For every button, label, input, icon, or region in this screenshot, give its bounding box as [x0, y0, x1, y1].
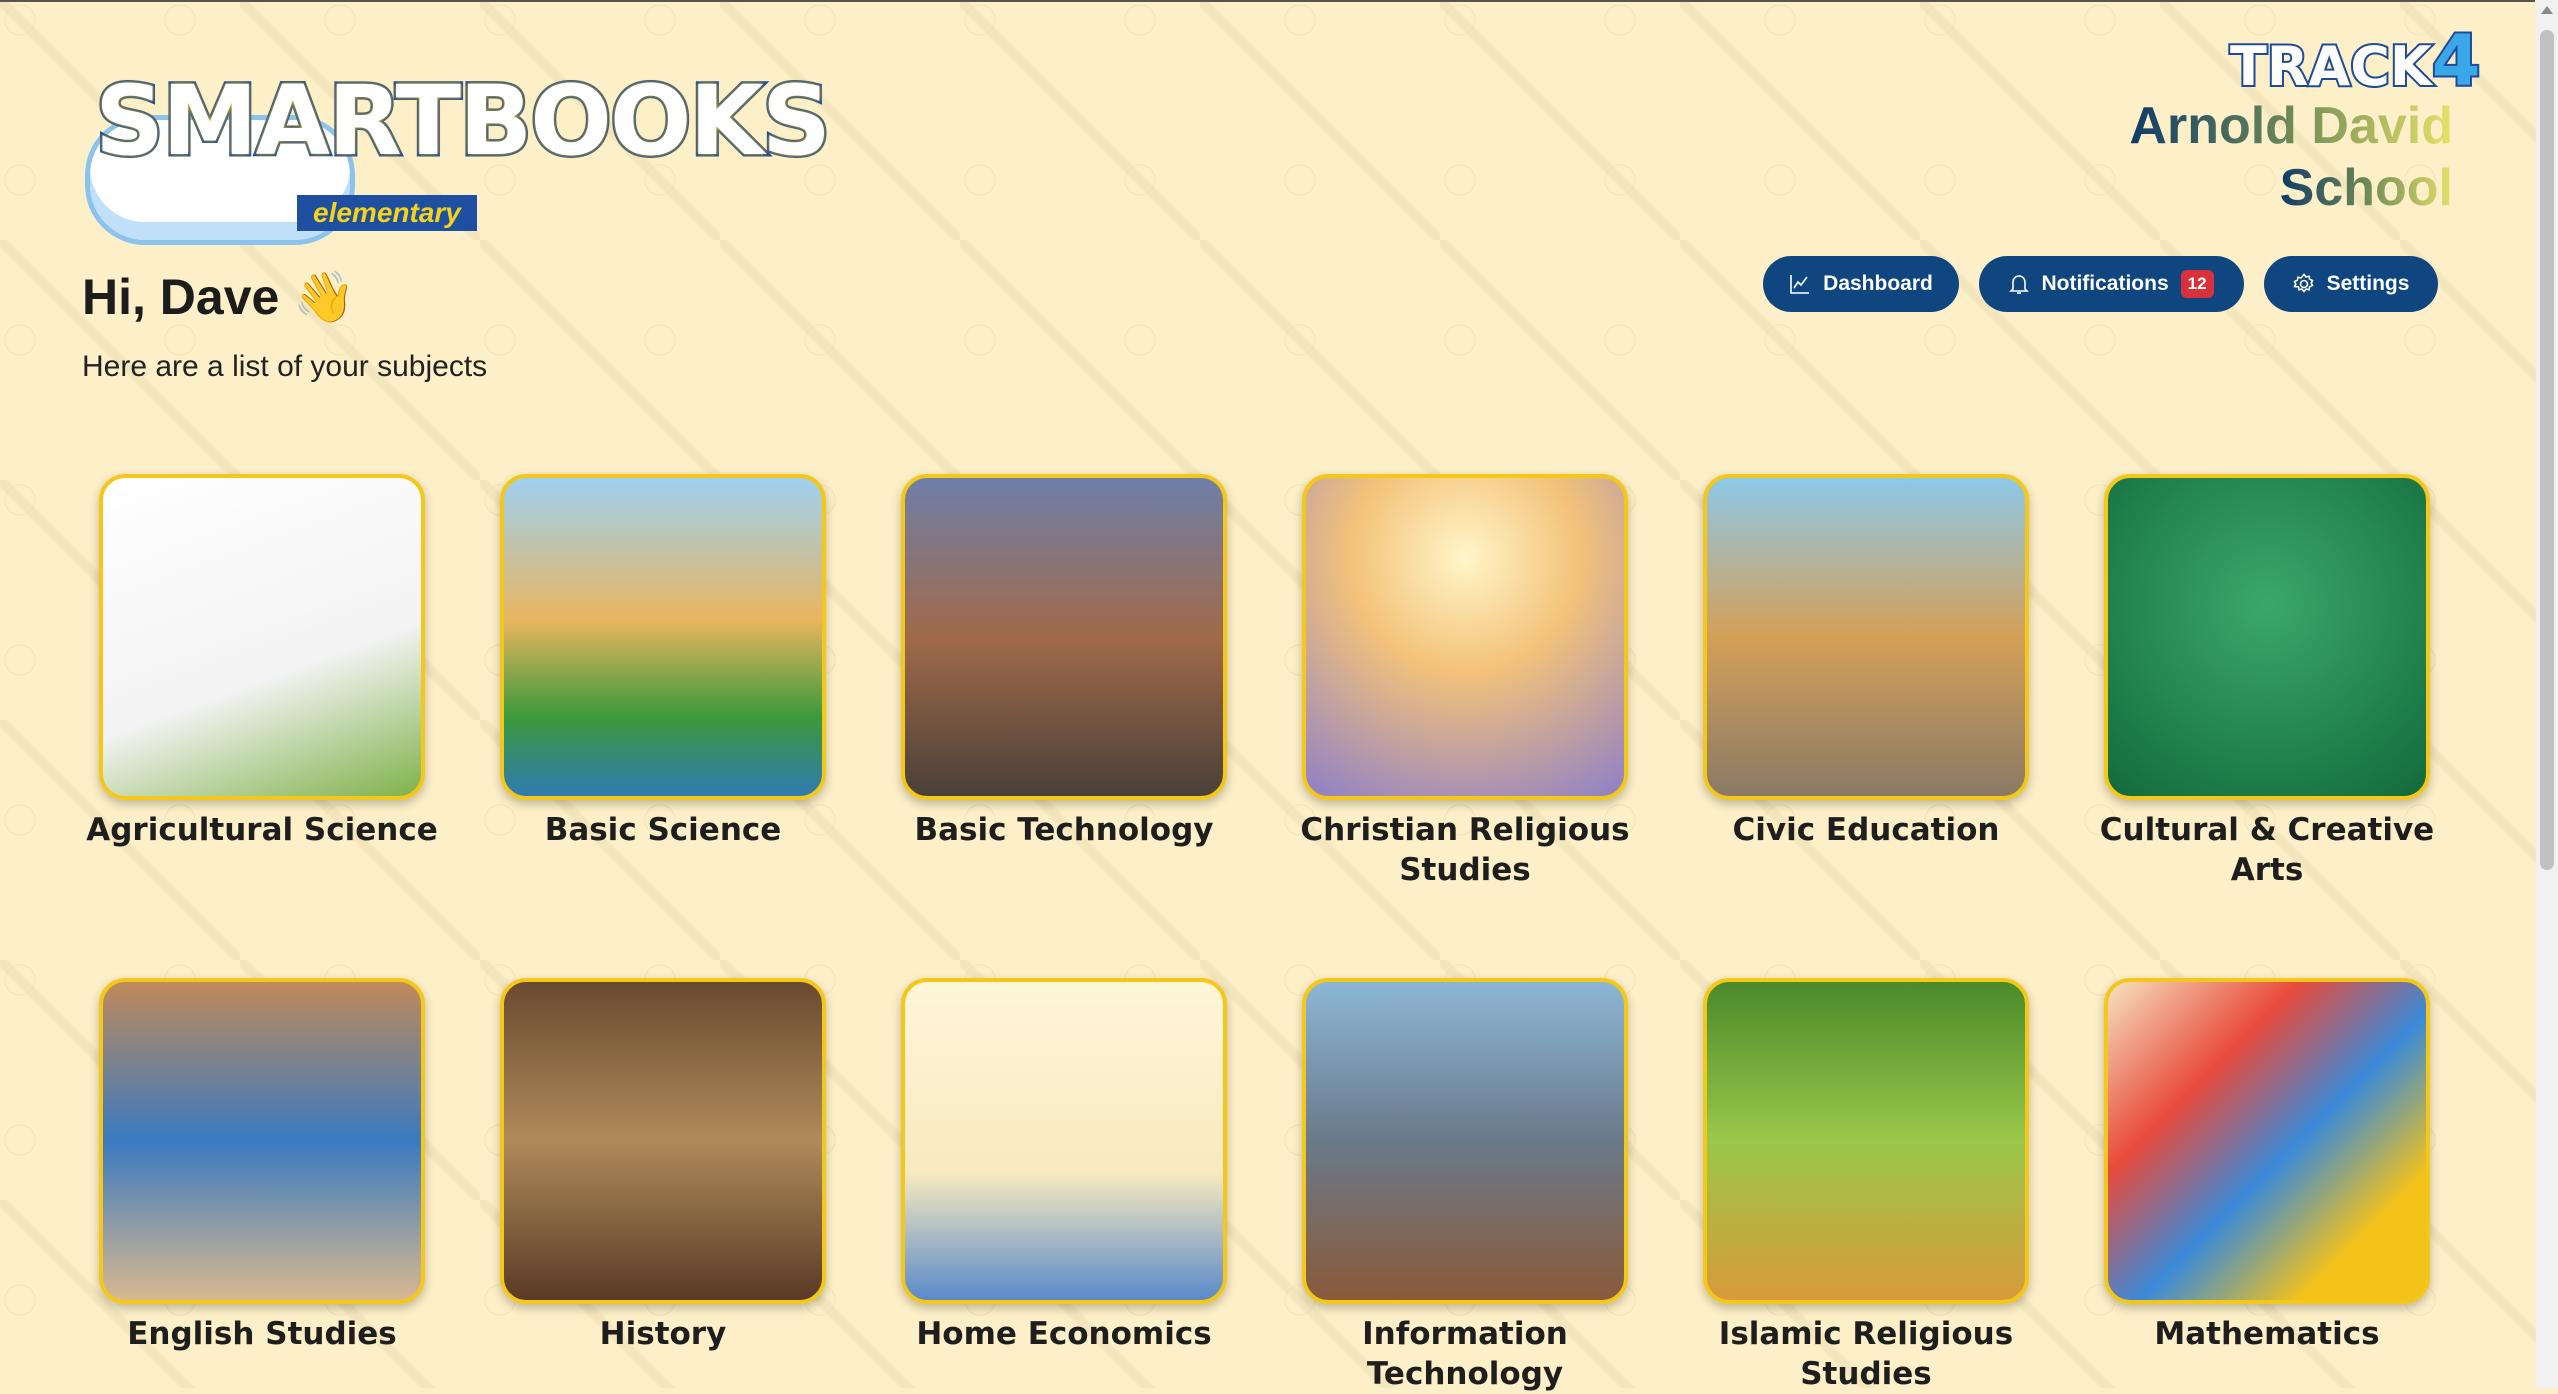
settings-button[interactable]: Settings [2264, 256, 2438, 312]
subject-card[interactable]: Home Economics [864, 978, 1264, 1354]
subject-image[interactable] [1703, 474, 2029, 800]
subject-image[interactable] [99, 474, 425, 800]
subject-label[interactable]: History [463, 1314, 863, 1354]
subject-card[interactable]: Mathematics [2067, 978, 2467, 1354]
dashboard-button[interactable]: Dashboard [1763, 256, 1959, 312]
scrollbar-thumb[interactable] [2540, 30, 2554, 870]
subject-image[interactable] [2104, 978, 2430, 1304]
track-number: 4 [2430, 18, 2483, 104]
logo-text: SMARTBOOKS [93, 63, 834, 180]
subject-card[interactable]: Information Technology [1265, 978, 1665, 1394]
subject-image[interactable] [901, 474, 1227, 800]
subject-label[interactable]: Christian Religious Studies [1265, 810, 1665, 890]
scrollbar[interactable] [2536, 0, 2558, 1388]
subject-label[interactable]: Agricultural Science [62, 810, 462, 850]
bell-icon [2009, 275, 2030, 294]
dashboard-label: Dashboard [1823, 272, 1933, 295]
subject-label[interactable]: Islamic Religious Studies [1666, 1314, 2066, 1394]
subject-label[interactable]: English Studies [62, 1314, 462, 1354]
wave-icon: 👋 [293, 269, 356, 325]
window-border [0, 0, 2535, 2]
gear-icon [2292, 273, 2314, 293]
track-label: TRACK [2228, 33, 2434, 100]
school-name: Arnold David School [2129, 95, 2453, 219]
subject-label[interactable]: Home Economics [864, 1314, 1264, 1354]
subject-image[interactable] [500, 978, 826, 1304]
notifications-button[interactable]: Notifications 12 [1979, 256, 2244, 312]
subject-card[interactable]: English Studies [62, 978, 462, 1354]
subject-image[interactable] [901, 978, 1227, 1304]
smartbooks-logo[interactable]: SMARTBOOKS elementary [85, 55, 833, 245]
subject-card[interactable]: Cultural & Creative Arts [2067, 474, 2467, 890]
subject-label[interactable]: Cultural & Creative Arts [2067, 810, 2467, 890]
subject-image[interactable] [1703, 978, 2029, 1304]
subject-image[interactable] [1302, 978, 1628, 1304]
subject-card[interactable]: Civic Education [1666, 474, 2066, 850]
notifications-label: Notifications [2041, 272, 2169, 295]
track-logo: TRACK4 [2228, 18, 2483, 104]
subject-image[interactable] [1302, 474, 1628, 800]
subject-card[interactable]: Agricultural Science [62, 474, 462, 850]
subject-label[interactable]: Basic Science [463, 810, 863, 850]
subject-label[interactable]: Basic Technology [864, 810, 1264, 850]
logo-subtitle: elementary [297, 195, 477, 231]
subject-image[interactable] [2104, 474, 2430, 800]
subject-label[interactable]: Civic Education [1666, 810, 2066, 850]
school-name-line2: School [2279, 159, 2453, 217]
subject-label[interactable]: Mathematics [2067, 1314, 2467, 1354]
settings-label: Settings [2326, 272, 2410, 295]
subject-card[interactable]: Christian Religious Studies [1265, 474, 1665, 890]
subject-image[interactable] [99, 978, 425, 1304]
subject-card[interactable]: Islamic Religious Studies [1666, 978, 2066, 1394]
greeting-text: Hi, Dave [82, 269, 280, 325]
subject-image[interactable] [500, 474, 826, 800]
greeting-title: Hi, Dave 👋 [82, 268, 356, 327]
chart-line-icon [1790, 275, 1810, 294]
greeting-subtitle: Here are a list of your subjects [82, 350, 488, 383]
school-name-line1: Arnold David [2129, 97, 2453, 155]
subject-label[interactable]: Information Technology [1265, 1314, 1665, 1394]
notifications-count-badge: 12 [2180, 270, 2214, 298]
subject-card[interactable]: History [463, 978, 863, 1354]
scroll-up-arrow-icon[interactable] [2541, 6, 2553, 14]
subject-card[interactable]: Basic Technology [864, 474, 1264, 850]
subject-card[interactable]: Basic Science [463, 474, 863, 850]
